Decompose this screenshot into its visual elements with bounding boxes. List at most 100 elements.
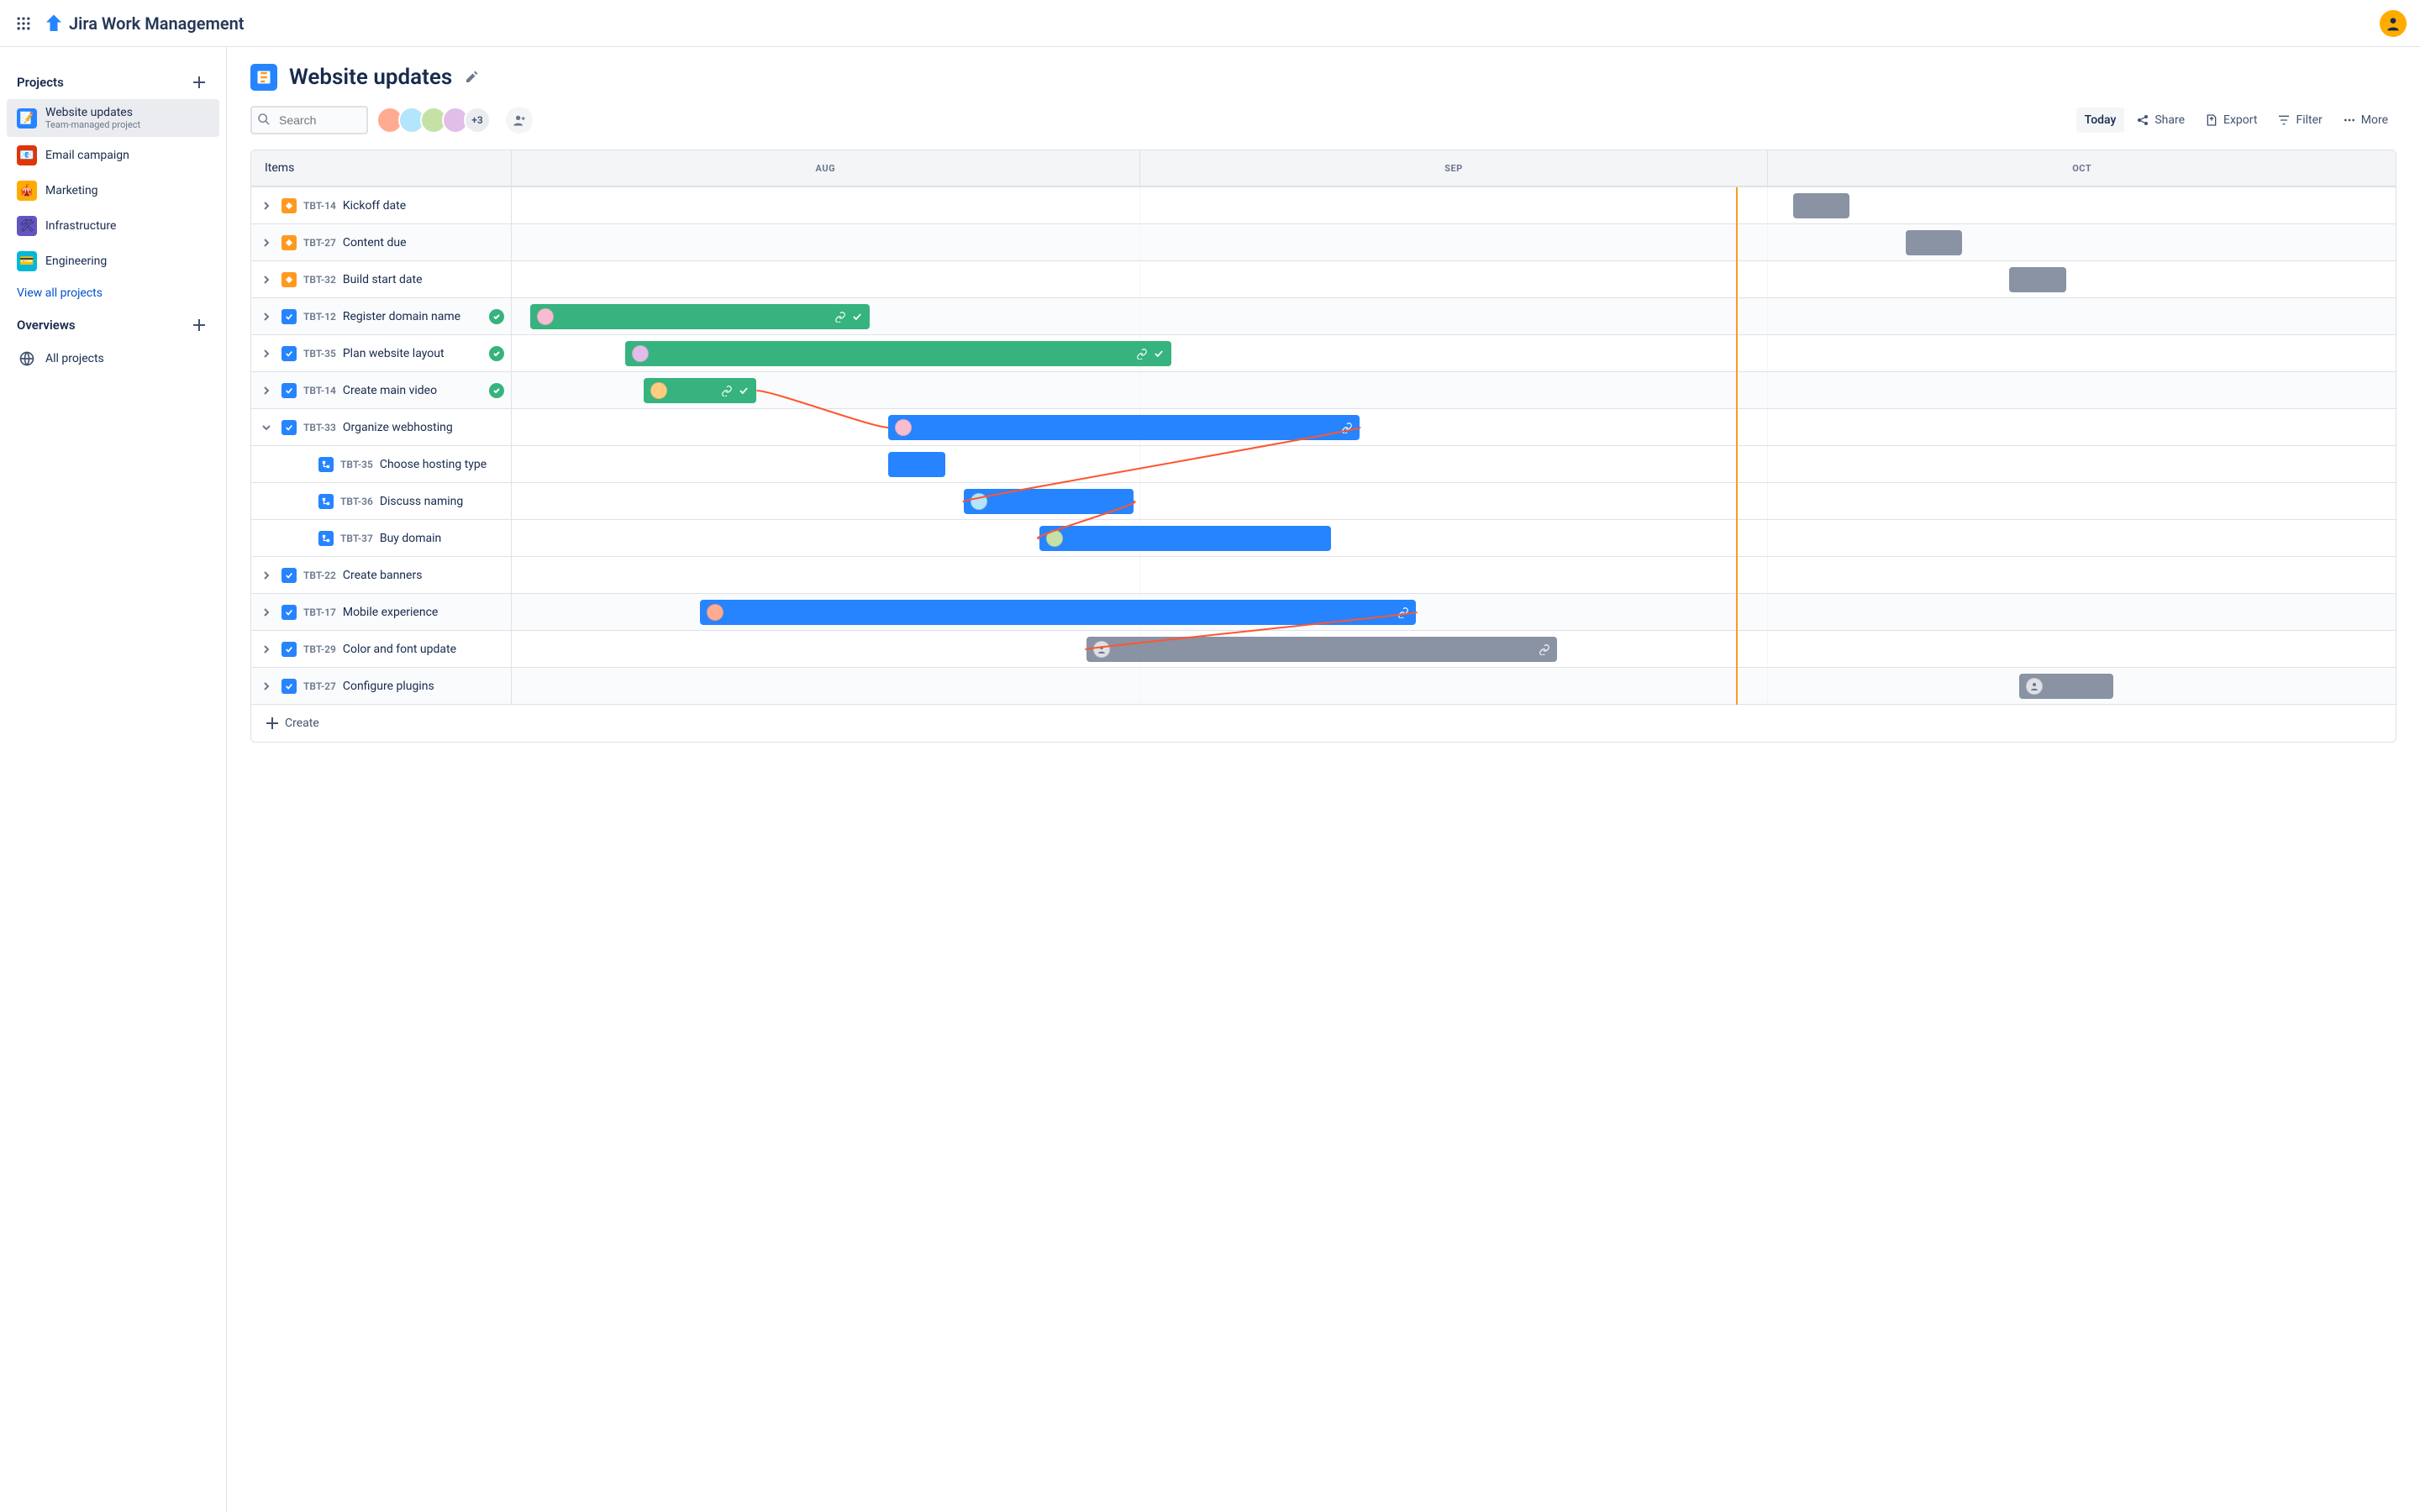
issue-title[interactable]: Kickoff date <box>343 199 406 213</box>
issue-title[interactable]: Buy domain <box>380 532 441 545</box>
chevron-right-icon[interactable] <box>258 641 275 658</box>
timeline-row[interactable]: TBT-37 Buy domain <box>251 520 2396 557</box>
search-box <box>250 106 368 134</box>
user-avatar[interactable] <box>2380 10 2407 37</box>
check-icon <box>1153 348 1165 360</box>
project-icon <box>250 64 277 91</box>
issue-title[interactable]: Create banners <box>343 569 423 582</box>
issue-title[interactable]: Register domain name <box>343 310 460 323</box>
link-icon <box>1539 643 1550 655</box>
timeline-row[interactable]: TBT-12 Register domain name <box>251 298 2396 335</box>
issue-key[interactable]: TBT-32 <box>303 274 336 286</box>
chevron-right-icon[interactable] <box>258 345 275 362</box>
filter-button[interactable]: Filter <box>2269 108 2330 133</box>
avatar-stack[interactable]: +3 <box>376 107 491 134</box>
issue-key[interactable]: TBT-37 <box>340 533 373 544</box>
timeline-row[interactable]: TBT-27 Configure plugins <box>251 668 2396 705</box>
chevron-right-icon[interactable] <box>258 308 275 325</box>
chevron-right-icon[interactable] <box>258 567 275 584</box>
gantt-bar[interactable] <box>2009 267 2065 292</box>
gantt-bar[interactable] <box>888 415 1360 440</box>
gantt-bar[interactable] <box>964 489 1134 514</box>
gantt-bar[interactable] <box>1039 526 1332 551</box>
gantt-bar[interactable] <box>888 452 944 477</box>
sidebar-item-project[interactable]: 📝 Website updatesTeam-managed project <box>7 99 219 137</box>
timeline-row[interactable]: TBT-17 Mobile experience <box>251 594 2396 631</box>
timeline-row[interactable]: TBT-35 Plan website layout <box>251 335 2396 372</box>
timeline-row[interactable]: TBT-32 Build start date <box>251 261 2396 298</box>
milestone-icon <box>281 272 297 287</box>
issue-key[interactable]: TBT-14 <box>303 200 336 212</box>
gantt-bar[interactable] <box>530 304 870 329</box>
sidebar-item-all-projects[interactable]: All projects <box>7 342 219 375</box>
issue-key[interactable]: TBT-33 <box>303 422 336 433</box>
timeline-row[interactable]: TBT-36 Discuss naming <box>251 483 2396 520</box>
issue-title[interactable]: Mobile experience <box>343 606 438 619</box>
gantt-bar[interactable] <box>1793 193 1849 218</box>
export-button[interactable]: Export <box>2196 108 2265 133</box>
gantt-bar[interactable] <box>2019 674 2113 699</box>
issue-key[interactable]: TBT-12 <box>303 311 336 323</box>
issue-key[interactable]: TBT-27 <box>303 680 336 692</box>
app-switcher-icon[interactable] <box>13 13 34 34</box>
issue-title[interactable]: Choose hosting type <box>380 458 487 471</box>
sidebar-item-project[interactable]: 🛠 Infrastructure <box>7 209 219 243</box>
timeline-row[interactable]: TBT-14 Create main video <box>251 372 2396 409</box>
chevron-right-icon[interactable] <box>258 604 275 621</box>
month-header: SEP <box>1139 150 1768 186</box>
sidebar-item-project[interactable]: 🎪 Marketing <box>7 174 219 207</box>
gantt-bar[interactable] <box>1906 230 1962 255</box>
view-all-projects-link[interactable]: View all projects <box>7 280 219 307</box>
issue-title[interactable]: Create main video <box>343 384 437 397</box>
chevron-right-icon[interactable] <box>258 197 275 214</box>
app-logo[interactable]: Jira Work Management <box>44 13 245 34</box>
issue-title[interactable]: Organize webhosting <box>343 421 453 434</box>
create-row[interactable]: Create <box>251 705 2396 742</box>
issue-title[interactable]: Content due <box>343 236 407 249</box>
issue-title[interactable]: Configure plugins <box>343 680 434 693</box>
link-icon <box>1136 348 1148 360</box>
issue-key[interactable]: TBT-17 <box>303 606 336 618</box>
issue-title[interactable]: Discuss naming <box>380 495 463 508</box>
chevron-down-icon[interactable] <box>258 419 275 436</box>
issue-key[interactable]: TBT-27 <box>303 237 336 249</box>
gantt-bar[interactable] <box>1086 637 1558 662</box>
task-icon <box>281 642 297 657</box>
issue-title[interactable]: Color and font update <box>343 643 456 656</box>
issue-key[interactable]: TBT-35 <box>303 348 336 360</box>
items-column-header: Items <box>251 150 512 186</box>
unassigned-avatar <box>1093 641 1110 658</box>
timeline-row[interactable]: TBT-33 Organize webhosting <box>251 409 2396 446</box>
today-button[interactable]: Today <box>2076 108 2125 133</box>
issue-key[interactable]: TBT-35 <box>340 459 373 470</box>
gantt-bar[interactable] <box>644 378 757 403</box>
chevron-right-icon[interactable] <box>258 678 275 695</box>
add-overview-button[interactable] <box>189 315 209 335</box>
add-people-button[interactable] <box>506 107 533 134</box>
timeline-row[interactable]: TBT-22 Create banners <box>251 557 2396 594</box>
gantt-bar[interactable] <box>700 600 1416 625</box>
issue-title[interactable]: Build start date <box>343 273 423 286</box>
share-button[interactable]: Share <box>2128 108 2193 133</box>
check-icon <box>738 385 750 396</box>
issue-title[interactable]: Plan website layout <box>343 347 445 360</box>
chevron-right-icon[interactable] <box>258 271 275 288</box>
add-project-button[interactable] <box>189 72 209 92</box>
timeline-row[interactable]: TBT-29 Color and font update <box>251 631 2396 668</box>
chevron-right-icon[interactable] <box>258 382 275 399</box>
more-button[interactable]: More <box>2334 108 2396 133</box>
assignee-avatar <box>537 308 554 325</box>
timeline-row[interactable]: TBT-27 Content due <box>251 224 2396 261</box>
issue-key[interactable]: TBT-36 <box>340 496 373 507</box>
issue-key[interactable]: TBT-14 <box>303 385 336 396</box>
gantt-bar[interactable] <box>625 341 1171 366</box>
sidebar-item-project[interactable]: 📧 Email campaign <box>7 139 219 172</box>
month-header: OCT <box>1767 150 2396 186</box>
sidebar-item-project[interactable]: 💳 Engineering <box>7 244 219 278</box>
timeline-row[interactable]: TBT-35 Choose hosting type <box>251 446 2396 483</box>
timeline-row[interactable]: TBT-14 Kickoff date <box>251 187 2396 224</box>
chevron-right-icon[interactable] <box>258 234 275 251</box>
issue-key[interactable]: TBT-29 <box>303 643 336 655</box>
issue-key[interactable]: TBT-22 <box>303 570 336 581</box>
customize-icon[interactable] <box>464 70 479 85</box>
